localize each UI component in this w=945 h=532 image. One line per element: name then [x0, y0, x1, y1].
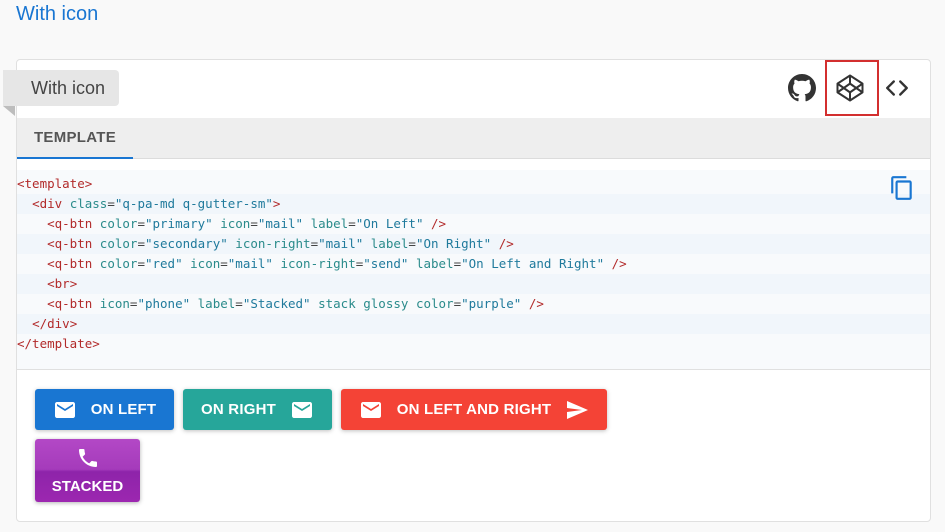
code-line: <q-btn color="secondary" icon-right="mai…	[17, 234, 930, 254]
codepen-highlight-box	[825, 60, 879, 116]
example-title-ribbon: With icon	[3, 70, 119, 106]
send-icon	[565, 398, 589, 422]
on-right-label: ON RIGHT	[201, 401, 276, 418]
on-left-and-right-button[interactable]: ON LEFT AND RIGHT	[341, 389, 607, 430]
on-left-and-right-label: ON LEFT AND RIGHT	[396, 401, 552, 418]
code-line: <q-btn color="primary" icon="mail" label…	[47, 216, 447, 231]
copy-icon[interactable]	[888, 174, 916, 202]
ribbon-fold	[3, 106, 15, 116]
on-left-label: ON LEFT	[90, 401, 157, 418]
code-line: <q-btn color="red" icon="mail" icon-righ…	[47, 256, 627, 271]
code-line: </div>	[17, 314, 930, 334]
on-left-button[interactable]: ON LEFT	[35, 389, 174, 430]
section-title[interactable]: With icon	[16, 3, 98, 26]
stacked-label: STACKED	[51, 478, 124, 495]
on-right-button[interactable]: ON RIGHT	[183, 389, 332, 430]
mail-icon	[53, 398, 77, 422]
code-line: <br>	[17, 274, 930, 294]
code-line: <div class="q-pa-md q-gutter-sm">	[17, 194, 930, 214]
code-line: <template>	[17, 176, 93, 191]
tab-template[interactable]: TEMPLATE	[17, 118, 133, 159]
code-brackets-icon[interactable]	[881, 72, 913, 104]
code-line: </template>	[17, 336, 100, 351]
mail-icon	[359, 398, 383, 422]
tabs-bar: TEMPLATE	[17, 118, 930, 159]
code-block: <template> <div class="q-pa-md q-gutter-…	[17, 170, 930, 370]
github-icon[interactable]	[786, 72, 818, 104]
code-line: <q-btn icon="phone" label="Stacked" stac…	[47, 296, 544, 311]
mail-icon	[290, 398, 314, 422]
phone-icon	[76, 446, 100, 474]
stacked-button[interactable]: STACKED	[35, 439, 140, 502]
